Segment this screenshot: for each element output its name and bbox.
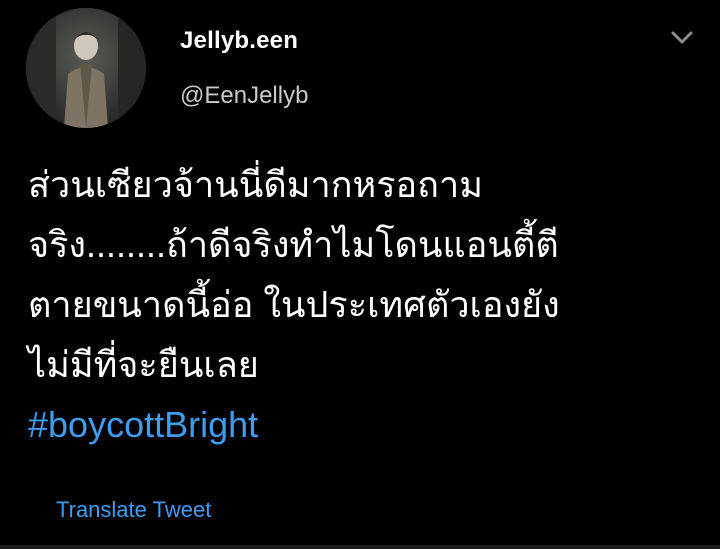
tweet-text-line: จริง........ถ้าดีจริงทำไมโดนแอนตี้ตี	[28, 224, 559, 265]
translate-tweet-link[interactable]: Translate Tweet	[56, 497, 211, 523]
chevron-down-icon[interactable]	[665, 24, 699, 52]
display-name[interactable]: Jellyb.een	[180, 27, 298, 55]
avatar[interactable]	[26, 8, 146, 128]
hashtag-link[interactable]: #boycottBright	[28, 404, 258, 445]
user-handle[interactable]: @EenJellyb	[180, 82, 308, 110]
tweet-text-line: ตายขนาดนี้อ่อ ในประเทศตัวเองยัง	[28, 284, 560, 325]
divider	[0, 545, 720, 549]
tweet-text-line: ส่วนเซียวจ้านนี่ดีมากหรอถาม	[28, 164, 483, 205]
tweet-text-line: ไม่มีที่จะยืนเลย	[28, 344, 259, 385]
tweet-text: ส่วนเซียวจ้านนี่ดีมากหรอถาม จริง........…	[28, 155, 688, 455]
tweet-card: Jellyb.een @EenJellyb ส่วนเซียวจ้านนี่ดี…	[0, 0, 720, 549]
